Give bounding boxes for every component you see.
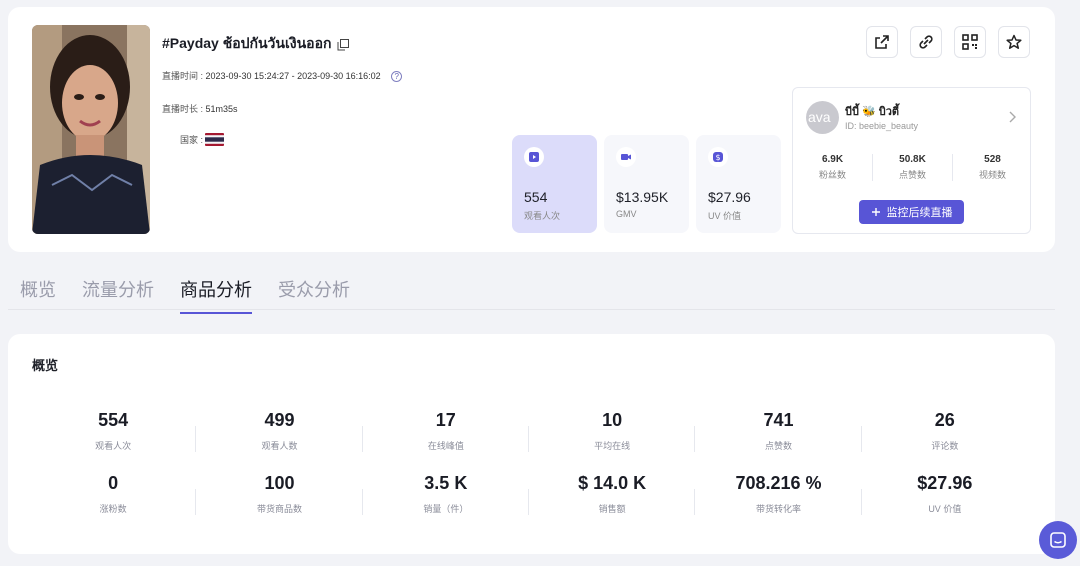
metric-value: 741 <box>763 410 794 430</box>
qrcode-button[interactable] <box>954 26 986 58</box>
metric-item: $27.96 UV 价值 <box>862 473 1028 514</box>
overview-card: 概览 554 观看人次 499 观看人数 17 在线峰值 10 平均在线 741 点赞数 26 评论数… <box>8 334 1055 554</box>
stream-title: #Payday ช้อปกันวันเงินออก <box>162 35 332 51</box>
metric-item: 0 涨粉数 <box>30 473 197 515</box>
chat-icon <box>1050 532 1066 548</box>
svg-text:$: $ <box>715 153 720 162</box>
creator-stat-likes: 50.8K 点赞数 <box>873 154 953 181</box>
metric-item: 17 在线峰值 <box>363 410 530 452</box>
favorite-button[interactable] <box>998 26 1030 58</box>
metric-item: 100 带货商品数 <box>196 473 363 515</box>
metric-value: $27.96 <box>917 473 973 493</box>
stream-cover-image[interactable] <box>32 25 150 234</box>
metric-label: 评论数 <box>931 441 959 451</box>
metric-label: 销售额 <box>598 504 626 514</box>
metric-label: UV 价值 <box>928 504 962 514</box>
metric-label: 在线峰值 <box>427 441 464 451</box>
thailand-flag-icon <box>205 133 225 146</box>
metric-item: 3.5 K 销量（件） <box>363 473 530 515</box>
metric-item: 499 观看人数 <box>196 410 363 452</box>
qrcode-icon <box>962 34 978 50</box>
overview-title: 概览 <box>32 358 59 373</box>
creator-stat-followers: 6.9K 粉丝数 <box>793 154 873 181</box>
tile-views[interactable]: 554 观看人次 <box>512 135 597 233</box>
share-button[interactable] <box>866 26 898 58</box>
metric-item: 554 观看人次 <box>30 410 197 452</box>
metric-value: 708.216 % <box>735 473 822 493</box>
stream-time: 直播时间 : 2023-09-30 15:24:27 - 2023-09-30 … <box>162 69 403 83</box>
metric-label: 平均在线 <box>594 441 631 451</box>
metric-item: 10 平均在线 <box>529 410 696 452</box>
metric-label: 涨粉数 <box>99 504 127 514</box>
copy-icon[interactable] <box>337 38 350 51</box>
monitor-live-button[interactable]: 监控后续直播 <box>859 200 964 224</box>
creator-card: ava บีบี้ 🐝 บิวตี้ ID: beebie_beauty 6.9… <box>792 87 1031 234</box>
star-icon <box>1006 34 1022 49</box>
avatar[interactable]: ava <box>806 101 839 134</box>
metric-value: 10 <box>602 410 623 430</box>
metric-item: $ 14.0 K 销售额 <box>529 473 696 515</box>
metric-value: 3.5 K <box>424 473 468 493</box>
tile-uv-value[interactable]: $ $27.96 UV 价值 <box>696 135 781 233</box>
overview-metrics: 554 观看人次 499 观看人数 17 在线峰值 10 平均在线 741 点赞数 26 评论数 0 涨粉… <box>30 410 1028 515</box>
metric-value: 499 <box>264 410 295 430</box>
metric-item: 741 点赞数 <box>695 410 862 452</box>
metric-value: 100 <box>264 473 295 493</box>
link-icon <box>919 35 933 49</box>
metric-value: 17 <box>435 410 456 430</box>
metric-label: 观看人次 <box>95 441 132 451</box>
plus-icon <box>871 208 880 216</box>
dollar-icon: $ <box>708 147 728 167</box>
stream-duration-value: 51m35s <box>205 104 238 114</box>
help-icon[interactable]: ? <box>391 71 403 83</box>
tab-divider <box>8 309 1055 310</box>
metric-label: 点赞数 <box>764 441 792 451</box>
creator-id: ID: beebie_beauty <box>845 121 919 131</box>
stream-duration: 直播时长 : 51m35s <box>162 104 238 114</box>
chat-button[interactable] <box>1039 521 1077 559</box>
chevron-right-icon[interactable] <box>1008 110 1016 126</box>
external-link-icon <box>875 35 889 49</box>
metric-value: $ 14.0 K <box>578 473 647 493</box>
play-icon <box>524 147 544 167</box>
creator-name[interactable]: บีบี้ 🐝 บิวตี้ <box>845 102 899 120</box>
metric-label: 带货商品数 <box>256 504 302 514</box>
metric-item: 26 评论数 <box>862 410 1028 451</box>
metric-label: 观看人数 <box>261 441 298 451</box>
stream-country: 国家 : <box>180 133 225 146</box>
live-info-card: #Payday ช้อปกันวันเงินออก 直播时间 : 2023-09… <box>8 7 1055 252</box>
metric-label: 销量（件） <box>423 504 469 514</box>
link-button[interactable] <box>910 26 942 58</box>
metric-label: 带货转化率 <box>755 504 801 514</box>
metric-value: 0 <box>108 473 119 493</box>
metric-value: 26 <box>934 410 955 430</box>
creator-stat-videos: 528 视频数 <box>978 154 1006 180</box>
stream-time-value: 2023-09-30 15:24:27 - 2023-09-30 16:16:0… <box>205 71 381 81</box>
video-icon <box>616 147 636 167</box>
tile-gmv[interactable]: $13.95K GMV <box>604 135 689 233</box>
metric-value: 554 <box>98 410 129 430</box>
metric-item: 708.216 % 带货转化率 <box>695 473 862 515</box>
